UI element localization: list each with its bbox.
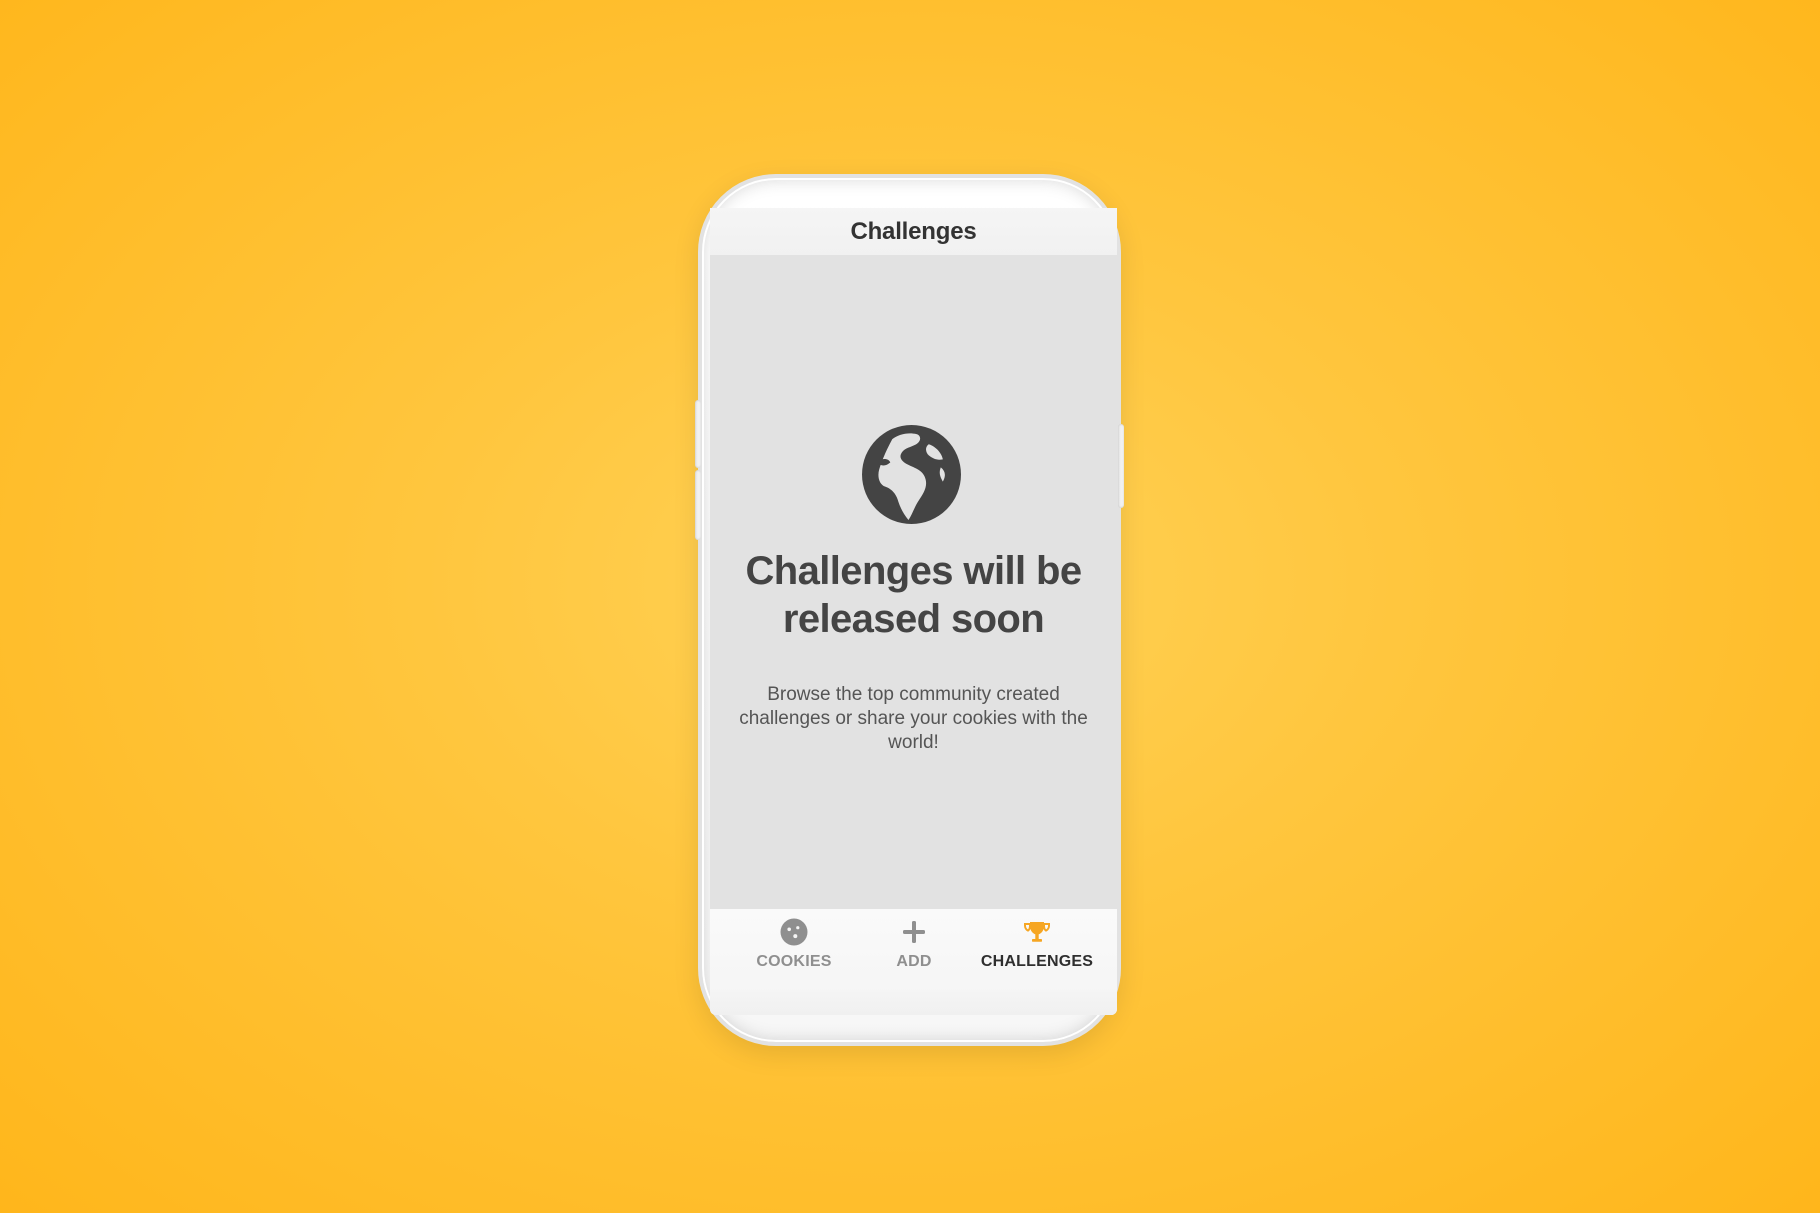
cookie-icon [779, 917, 809, 947]
bottom-navigation: COOKIES ADD CHALLENGES [710, 909, 1117, 1015]
challenges-content: Challenges will be released soon Browse … [710, 255, 1117, 909]
nav-item-challenges[interactable]: CHALLENGES [975, 917, 1099, 983]
page-background: Challenges Challenges will be released s… [0, 0, 1820, 1213]
nav-item-cookies[interactable]: COOKIES [732, 917, 856, 983]
plus-icon [899, 917, 929, 947]
nav-label-add: ADD [896, 953, 932, 970]
right-side-button [1118, 424, 1124, 508]
phone-mockup: Challenges Challenges will be released s… [695, 174, 1124, 1046]
app-header: Challenges [710, 208, 1117, 255]
bottom-bezel-shade [710, 989, 1117, 1015]
left-side-button-upper [695, 400, 701, 468]
phone-screen: Challenges Challenges will be released s… [710, 208, 1117, 1015]
page-title: Challenges [850, 217, 977, 245]
empty-state-title: Challenges will be released soon [745, 549, 1083, 641]
trophy-icon [1022, 917, 1052, 947]
nav-label-challenges: CHALLENGES [980, 953, 1094, 970]
nav-label-cookies: COOKIES [756, 953, 832, 970]
nav-item-add[interactable]: ADD [852, 917, 976, 983]
globe-icon [861, 424, 962, 525]
empty-state-description: Browse the top community created challen… [739, 684, 1088, 753]
left-side-button-lower [695, 470, 701, 540]
